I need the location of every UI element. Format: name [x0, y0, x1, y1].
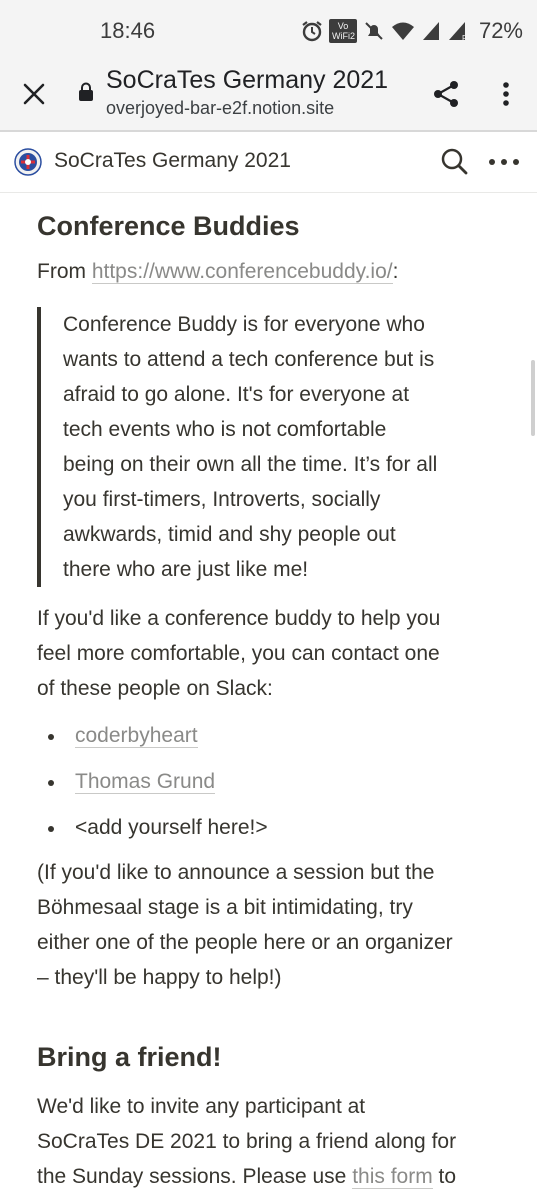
- page-content: Conference Buddies From https://www.conf…: [37, 192, 507, 1194]
- quote-line: there who are just like me!: [63, 558, 309, 581]
- share-icon[interactable]: [430, 78, 462, 110]
- from-line: From https://www.conferencebuddy.io/:: [37, 254, 507, 289]
- quote-line: wants to attend a tech conference but is: [63, 348, 435, 371]
- quote-line: awkwards, timid and shy people out: [63, 523, 396, 546]
- buddy-list: coderbyheart Thomas Grund <add yourself …: [37, 718, 507, 845]
- buddy-add-placeholder: <add yourself here!>: [75, 816, 268, 839]
- conferencebuddy-link[interactable]: https://www.conferencebuddy.io/: [91, 260, 393, 284]
- browser-page-title[interactable]: SoCraTes Germany 2021: [106, 66, 388, 95]
- vowifi-badge: Vo WiFi2: [328, 19, 357, 43]
- alarm-icon: [302, 21, 322, 42]
- note-line: either one of the people here or an orga…: [37, 931, 453, 954]
- list-item: coderbyheart: [37, 718, 507, 753]
- section-heading-bring-a-friend: Bring a friend!: [37, 1042, 222, 1072]
- buddy-link-thomas-grund[interactable]: Thomas Grund: [75, 770, 216, 794]
- quote-line: afraid to go alone. It's for everyone at: [63, 383, 410, 406]
- friend-line3-prefix: the Sunday sessions. Please use: [37, 1165, 353, 1188]
- this-form-link[interactable]: this form: [352, 1165, 433, 1189]
- battery-percent: 72%: [478, 18, 523, 43]
- quote-line: being on their own all the time. It’s fo…: [63, 453, 438, 476]
- more-vertical-icon[interactable]: [494, 78, 518, 110]
- contact-line: feel more comfortable, you can contact o…: [37, 642, 440, 665]
- friend-paragraph: We'd like to invite any participant at S…: [37, 1089, 507, 1194]
- scrollbar[interactable]: [531, 360, 535, 436]
- contact-paragraph: If you'd like a conference buddy to help…: [37, 601, 507, 706]
- contact-line: of these people on Slack:: [37, 677, 273, 700]
- mute-icon: [365, 22, 383, 40]
- contact-line: If you'd like a conference buddy to help…: [37, 607, 441, 630]
- browser-toolbar: SoCraTes Germany 2021 overjoyed-bar-e2f.…: [0, 62, 537, 132]
- signal-icon: [422, 22, 439, 40]
- list-item: Thomas Grund: [37, 764, 507, 799]
- quote-line: Conference Buddy is for everyone who: [63, 313, 425, 336]
- note-paragraph: (If you'd like to announce a session but…: [37, 855, 507, 995]
- svg-text:R: R: [462, 34, 468, 42]
- friend-line: We'd like to invite any participant at: [37, 1095, 366, 1118]
- status-bar: 18:46 Vo WiFi2 R 72%: [0, 0, 537, 62]
- buddy-link-coderbyheart[interactable]: coderbyheart: [75, 724, 198, 748]
- signal-roaming-icon: R: [448, 22, 468, 42]
- page-emblem-icon: [14, 148, 42, 176]
- more-horizontal-icon[interactable]: [486, 150, 522, 174]
- note-line: – they'll be happy to help!): [37, 966, 282, 989]
- quote-line: tech events who is not comfortable: [63, 418, 387, 441]
- wifi-icon: [391, 22, 414, 40]
- lock-icon: [79, 82, 93, 101]
- from-prefix: From: [37, 260, 92, 283]
- section-heading-conference-buddies: Conference Buddies: [37, 211, 300, 241]
- notion-page-title[interactable]: SoCraTes Germany 2021: [54, 149, 291, 173]
- blockquote: Conference Buddy is for everyone who wan…: [37, 307, 507, 587]
- status-icons: Vo WiFi2 R 72%: [301, 16, 523, 46]
- list-item: <add yourself here!>: [37, 810, 507, 845]
- quote-line: you first-timers, Introverts, socially: [63, 488, 381, 511]
- from-suffix: :: [392, 260, 399, 283]
- browser-domain[interactable]: overjoyed-bar-e2f.notion.site: [106, 98, 334, 119]
- close-icon[interactable]: [18, 78, 50, 110]
- note-line: (If you'd like to announce a session but…: [37, 861, 435, 884]
- friend-line3-suffix: to: [432, 1165, 457, 1188]
- search-icon[interactable]: [438, 146, 470, 178]
- note-line: Böhmesaal stage is a bit intimidating, t…: [37, 896, 413, 919]
- status-time: 18:46: [100, 18, 156, 43]
- friend-line: SoCraTes DE 2021 to bring a friend along…: [37, 1130, 457, 1153]
- friend-line: the Sunday sessions. Please use this for…: [37, 1159, 507, 1194]
- notion-topbar: SoCraTes Germany 2021: [0, 132, 537, 193]
